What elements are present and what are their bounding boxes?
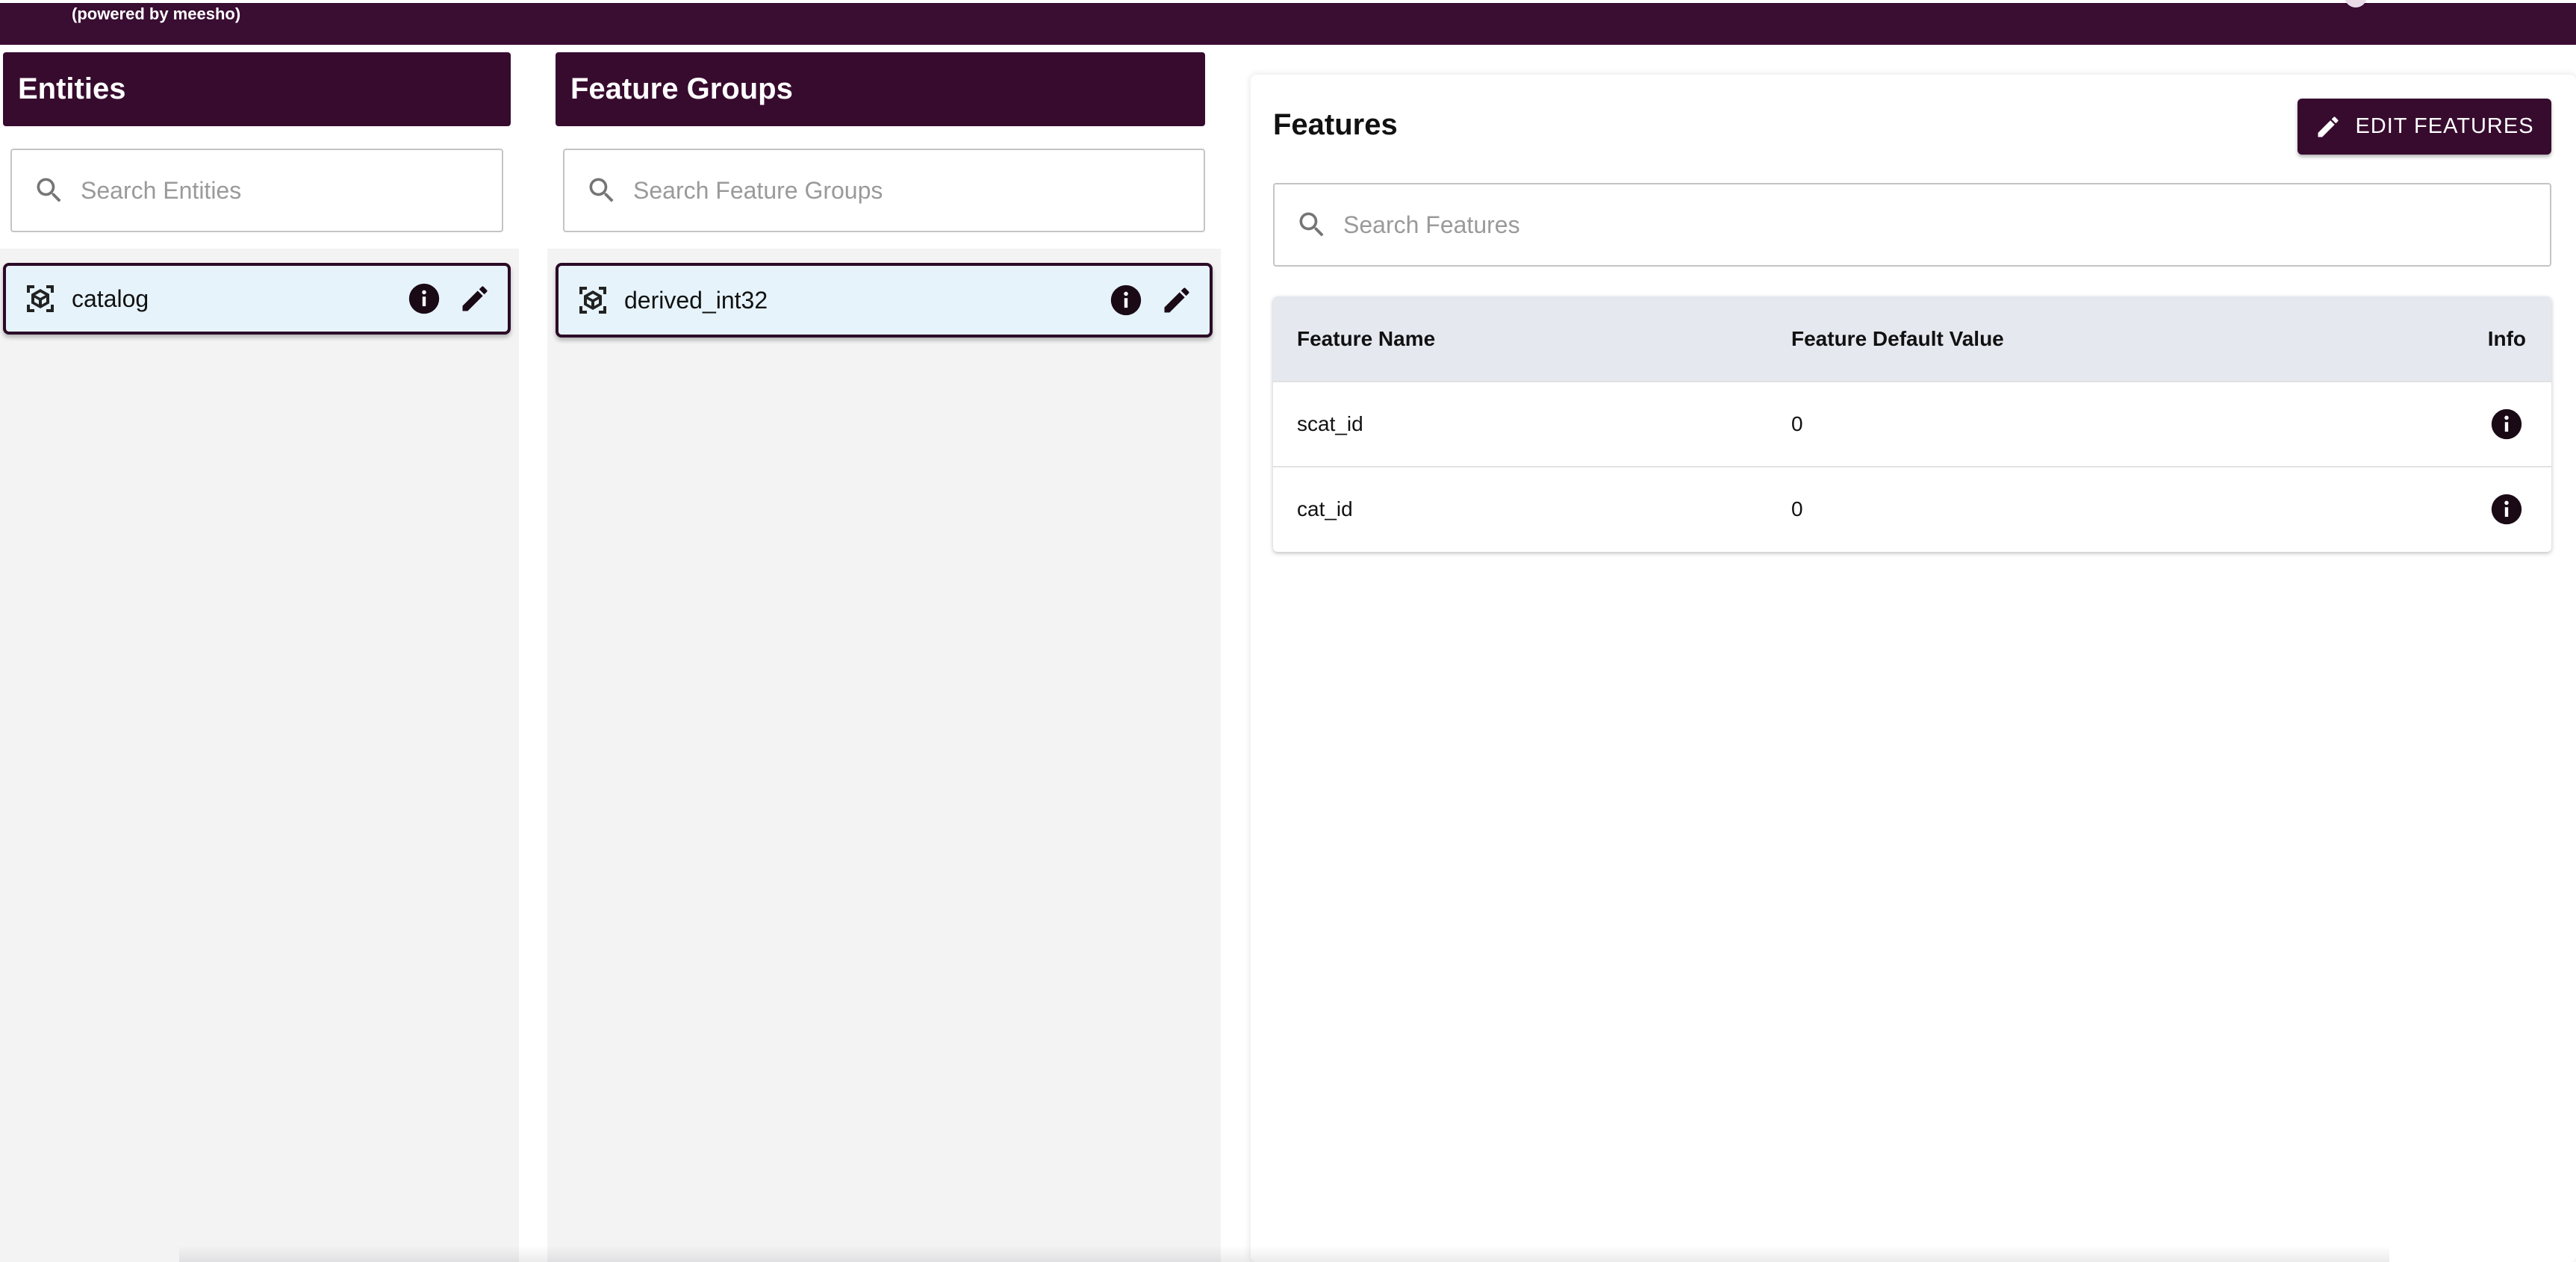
entity-item-label: catalog (72, 285, 149, 312)
feature-groups-search-box[interactable] (563, 149, 1205, 232)
entities-search-input[interactable] (81, 176, 502, 205)
feature-name-cell: cat_id (1297, 497, 1353, 520)
table-header-row: Feature Name Feature Default Value Info (1273, 296, 2551, 381)
feature-name-cell: scat_id (1297, 412, 1363, 435)
search-icon (1299, 212, 1324, 237)
feature-groups-header: Feature Groups (556, 52, 1205, 126)
feature-group-item-label: derived_int32 (624, 286, 768, 314)
column-header-default-value: Feature Default Value (1791, 326, 2004, 350)
info-icon[interactable] (408, 282, 441, 315)
entities-title: Entities (18, 72, 126, 105)
top-app-bar: (powered by meesho) (0, 0, 2576, 45)
cube-scan-icon (579, 287, 606, 314)
search-icon (589, 178, 614, 202)
search-icon (37, 178, 61, 202)
edit-features-label: EDIT FEATURES (2355, 114, 2534, 138)
feature-groups-search-input[interactable] (633, 176, 1204, 205)
pencil-icon (2318, 116, 2339, 137)
features-title: Features (1273, 108, 1398, 141)
info-icon[interactable] (2490, 408, 2523, 441)
table-row: cat_id 0 (1273, 466, 2551, 551)
column-header-feature-name: Feature Name (1297, 326, 1436, 350)
pencil-icon[interactable] (458, 282, 491, 315)
entities-header: Entities (3, 52, 511, 126)
column-header-info: Info (2487, 326, 2526, 350)
bottom-shadow-divider (179, 1246, 2389, 1262)
features-table: Feature Name Feature Default Value Info … (1273, 296, 2551, 552)
info-icon[interactable] (2490, 493, 2523, 526)
cube-scan-icon (27, 285, 54, 312)
feature-default-value-cell: 0 (1791, 497, 1803, 520)
feature-default-value-cell: 0 (1791, 412, 1803, 435)
features-search-box[interactable] (1273, 183, 2551, 267)
user-account-icon[interactable] (2345, 0, 2367, 7)
feature-groups-list-panel (547, 249, 1221, 1262)
pencil-icon[interactable] (1160, 284, 1193, 317)
entities-list-panel (0, 249, 519, 1262)
edit-features-button[interactable]: EDIT FEATURES (2297, 99, 2551, 155)
powered-by-text: (powered by meesho) (72, 4, 241, 23)
info-icon[interactable] (1110, 284, 1142, 317)
table-row: scat_id 0 (1273, 381, 2551, 466)
entities-search-box[interactable] (10, 149, 503, 232)
features-search-input[interactable] (1343, 211, 2550, 239)
feature-group-item-derived-int32[interactable]: derived_int32 (556, 263, 1213, 338)
feature-groups-title: Feature Groups (570, 72, 793, 105)
entity-item-catalog[interactable]: catalog (3, 263, 511, 335)
